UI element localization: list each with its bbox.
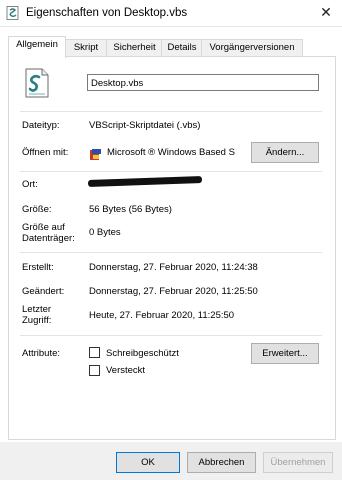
divider (20, 111, 322, 112)
tab-skript[interactable]: Skript (64, 39, 108, 57)
accessed-label: Letzter Zugriff: (22, 304, 52, 326)
divider (20, 335, 322, 336)
readonly-checkbox[interactable] (89, 347, 100, 358)
filetype-value: VBScript-Skriptdatei (.vbs) (89, 120, 201, 131)
windows-script-host-icon (90, 149, 101, 160)
location-label: Ort: (22, 179, 38, 190)
ok-button[interactable]: OK (116, 452, 180, 473)
tab-vorgaengerversionen[interactable]: Vorgängerversionen (201, 39, 303, 57)
created-value: Donnerstag, 27. Februar 2020, 11:24:38 (89, 262, 258, 273)
filetype-label: Dateityp: (22, 120, 60, 131)
readonly-label[interactable]: Schreibgeschützt (106, 348, 179, 359)
filename-input[interactable]: Desktop.vbs (87, 74, 319, 91)
window-title: Eigenschaften von Desktop.vbs (26, 7, 188, 19)
accessed-value: Heute, 27. Februar 2020, 11:25:50 (89, 310, 235, 321)
script-file-icon (25, 68, 49, 98)
opens-with-label: Öffnen mit: (22, 147, 69, 158)
modified-label: Geändert: (22, 286, 65, 297)
advanced-button[interactable]: Erweitert... (251, 343, 319, 364)
divider (20, 171, 322, 172)
tab-sicherheit[interactable]: Sicherheit (106, 39, 163, 57)
opens-with-value: Microsoft ® Windows Based S (107, 147, 235, 158)
modified-value: Donnerstag, 27. Februar 2020, 11:25:50 (89, 286, 258, 297)
size-on-disk-value: 0 Bytes (89, 227, 121, 238)
divider (20, 252, 322, 253)
tab-allgemein[interactable]: Allgemein (8, 36, 66, 58)
cancel-button[interactable]: Abbrechen (187, 452, 256, 473)
change-button[interactable]: Ändern... (251, 142, 319, 163)
tab-strip: Allgemein Skript Sicherheit Details Vorg… (8, 36, 334, 58)
size-value: 56 Bytes (56 Bytes) (89, 204, 172, 215)
size-label: Größe: (22, 204, 52, 215)
hidden-label[interactable]: Versteckt (106, 365, 145, 376)
size-on-disk-label: Größe auf Datenträger: (22, 222, 75, 244)
vbs-file-icon (6, 6, 19, 20)
title-bar: Eigenschaften von Desktop.vbs ✕ (0, 0, 342, 27)
close-icon[interactable]: ✕ (318, 4, 334, 20)
general-panel (8, 56, 336, 440)
apply-button[interactable]: Übernehmen (263, 452, 333, 473)
created-label: Erstellt: (22, 262, 54, 273)
hidden-checkbox[interactable] (89, 365, 100, 376)
attributes-label: Attribute: (22, 348, 61, 359)
tab-details[interactable]: Details (161, 39, 203, 57)
